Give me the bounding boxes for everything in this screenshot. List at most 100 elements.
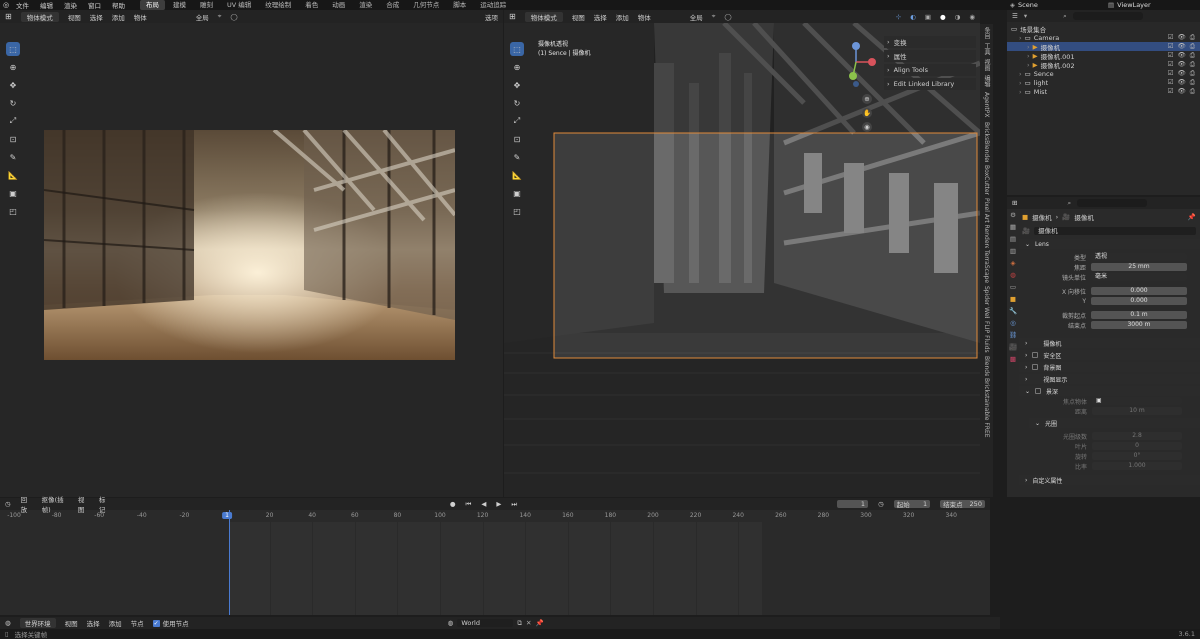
datablock-selector[interactable]: 🎥 摄像机: [1019, 225, 1200, 236]
datablock-name-field[interactable]: 摄像机: [1034, 226, 1196, 235]
move-icon[interactable]: ✥: [510, 78, 524, 92]
proportional-icon[interactable]: ◯: [724, 13, 731, 21]
world-name-field[interactable]: World: [457, 619, 514, 627]
npanel-item-edit-linked[interactable]: › Edit Linked Library: [884, 78, 976, 90]
camera-data-tab-icon[interactable]: 🎥: [1008, 343, 1018, 351]
lens-number-field[interactable]: 0.1 m: [1091, 311, 1187, 319]
lens-number-field[interactable]: 0.000: [1091, 297, 1187, 305]
tab-sculpting[interactable]: 雕刻: [194, 0, 219, 10]
visibility-eye-icon[interactable]: ☑ 👁 ⎙: [1168, 60, 1200, 69]
npanel-item-properties[interactable]: › 属性: [884, 50, 976, 62]
visibility-eye-icon[interactable]: ☑ 👁 ⎙: [1168, 78, 1200, 87]
left-viewport[interactable]: ⊞ 物体模式 视图 选择 添加 物体 全局 ⌖ ◯ 选项 ⬚ ⊕ ✥ ↻ ⤢ ⊡…: [0, 10, 503, 497]
jump-start-icon[interactable]: ⏮: [465, 500, 471, 509]
node-menu-add[interactable]: 添加: [109, 618, 122, 628]
end-frame-field[interactable]: 结束点 250: [940, 500, 985, 509]
outliner-search-field[interactable]: [1072, 12, 1143, 20]
scene-selector[interactable]: ◈ Scene: [1010, 0, 1105, 10]
scale-icon[interactable]: ⤢: [6, 114, 20, 128]
timeline-type-icon[interactable]: ◷: [5, 500, 11, 508]
scale-icon[interactable]: ⤢: [510, 114, 524, 128]
mode-dropdown[interactable]: 物体模式: [524, 11, 563, 22]
playhead[interactable]: [229, 510, 230, 615]
visibility-eye-icon[interactable]: ☑ 👁 ⎙: [1168, 69, 1200, 78]
snap-icon[interactable]: ⌖: [712, 12, 716, 21]
tab-motion-tracking[interactable]: 运动追踪: [474, 0, 512, 10]
overlay-toggle-icon[interactable]: ◐: [910, 13, 916, 21]
tab-compositing[interactable]: 合成: [380, 0, 405, 10]
chevron-right-icon[interactable]: ›: [1027, 61, 1030, 69]
menu-window[interactable]: 窗口: [88, 0, 101, 10]
view-menu[interactable]: 视图: [572, 12, 585, 22]
add-cube-icon[interactable]: ▣: [6, 186, 20, 200]
aperture-number-field[interactable]: 0°: [1092, 452, 1182, 460]
tab-geometry-nodes[interactable]: 几何节点: [407, 0, 445, 10]
focus-object-field[interactable]: ▣: [1092, 397, 1182, 405]
record-icon[interactable]: ●: [450, 500, 456, 508]
texture-tab-icon[interactable]: ▩: [1010, 355, 1016, 363]
timeline-track-area[interactable]: -100 -80 -60 -40 -20 1 20 40 60 80 100 120 140 160 180…: [0, 510, 990, 615]
aperture-number-field[interactable]: 1.000: [1092, 462, 1182, 470]
custom-props-header[interactable]: › 自定义属性: [1019, 475, 1200, 485]
add-menu[interactable]: 添加: [112, 12, 125, 22]
navigation-gizmo[interactable]: [844, 40, 878, 90]
select-menu[interactable]: 选择: [594, 12, 607, 22]
side-tab-agentpx[interactable]: AgentPX: [983, 90, 990, 120]
tab-layout[interactable]: 布局: [140, 0, 165, 10]
mode-dropdown[interactable]: 物体模式: [20, 11, 59, 22]
side-tab-flipfluids[interactable]: FLIP Fluids: [983, 320, 990, 354]
side-tab-edit[interactable]: 编辑: [982, 74, 991, 88]
rotate-icon[interactable]: ↻: [6, 96, 20, 110]
node-menu-select[interactable]: 选择: [87, 618, 100, 628]
chevron-right-icon[interactable]: ›: [1019, 34, 1022, 42]
visibility-eye-icon[interactable]: ☑ 👁 ⎙: [1168, 42, 1200, 51]
scene-tab-icon[interactable]: ◈: [1011, 259, 1016, 267]
cursor-icon[interactable]: ⊕: [6, 60, 20, 74]
shader-type-dropdown[interactable]: 世界环境: [19, 618, 56, 628]
pin-icon[interactable]: 📌: [1188, 213, 1196, 221]
tab-shading[interactable]: 着色: [299, 0, 324, 10]
outliner-row[interactable]: › ▶ 摄像机.001 ☑ 👁 ⎙: [1007, 51, 1200, 61]
editor-type-icon[interactable]: ⊞: [5, 12, 12, 21]
tab-rendering[interactable]: 渲染: [353, 0, 378, 10]
side-tab-blenderkit[interactable]: BlenderKit: [983, 356, 990, 376]
object-menu[interactable]: 物体: [134, 12, 147, 22]
view-layer-tab-icon[interactable]: ▥: [1010, 247, 1016, 255]
outliner-row[interactable]: › ▶ 摄像机 ☑ 👁 ⎙: [1007, 42, 1200, 52]
render-tab-icon[interactable]: ▦: [1010, 223, 1016, 231]
aperture-number-field[interactable]: 0: [1092, 442, 1182, 450]
menu-file[interactable]: 文件: [16, 0, 29, 10]
node-menu-view[interactable]: 视图: [65, 618, 78, 628]
visibility-eye-icon[interactable]: ☑ 👁 ⎙: [1168, 33, 1200, 42]
filter-icon[interactable]: ▾: [1024, 12, 1027, 20]
lens-number-field[interactable]: 0.000: [1091, 287, 1187, 295]
properties-section-header[interactable]: › 视图显示: [1019, 374, 1200, 384]
tab-uv-editing[interactable]: UV 编辑: [221, 0, 257, 10]
transform-icon[interactable]: ⊡: [6, 132, 20, 146]
start-frame-field[interactable]: 起始 1: [893, 500, 931, 509]
annotate-icon[interactable]: ✎: [6, 150, 20, 164]
lens-dropdown[interactable]: 透视: [1091, 253, 1187, 261]
chevron-right-icon[interactable]: ›: [1019, 79, 1022, 87]
measure-icon[interactable]: 📐: [510, 168, 524, 182]
shading-solid-icon[interactable]: ●: [940, 13, 946, 21]
lens-number-field[interactable]: 3000 m: [1091, 321, 1187, 329]
outliner-row[interactable]: › ▶ 摄像机.002 ☑ 👁 ⎙: [1007, 60, 1200, 70]
copy-icon[interactable]: ⧉: [517, 619, 522, 628]
visibility-eye-icon[interactable]: ☑ 👁 ⎙: [1168, 51, 1200, 60]
side-tab-bricksblender[interactable]: BricksBlender: [983, 122, 990, 162]
zoom-icon[interactable]: ⊕: [862, 94, 872, 104]
select-box-icon[interactable]: ⬚: [6, 42, 20, 56]
side-tab-spiderweb[interactable]: Spider Web: [983, 286, 990, 318]
tab-texture-paint[interactable]: 纹理绘制: [259, 0, 297, 10]
lens-number-field[interactable]: 25 mm: [1091, 263, 1187, 271]
cursor-icon[interactable]: ⊕: [510, 60, 524, 74]
select-menu[interactable]: 选择: [90, 12, 103, 22]
add-cube-icon[interactable]: ▣: [510, 186, 524, 200]
object-tab-icon[interactable]: ■: [1010, 295, 1016, 303]
close-icon[interactable]: ✕: [526, 619, 531, 627]
properties-section-header[interactable]: ⌄ 景深: [1019, 386, 1200, 396]
search-icon[interactable]: ⌕: [1063, 12, 1067, 21]
xray-toggle-icon[interactable]: ▣: [925, 13, 931, 21]
checkbox-icon[interactable]: [1032, 364, 1039, 370]
